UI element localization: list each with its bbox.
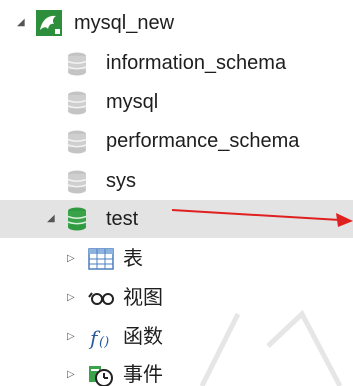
tree-node-label: 事件 [123,364,163,386]
tree-node-label: 表 [123,248,143,270]
connection-node[interactable]: ◢ mysql_new [0,4,353,42]
database-node-information-schema[interactable]: information_schema [0,44,353,82]
annotation-arrow [171,209,353,227]
database-label: information_schema [106,52,287,74]
database-node-performance-schema[interactable]: performance_schema [0,122,353,160]
connection-label: mysql_new [74,12,175,34]
event-icon [88,364,114,386]
database-icon [66,170,88,194]
database-label: performance_schema [106,130,300,152]
expanded-triangle-icon[interactable]: ◢ [47,214,57,224]
database-icon [66,52,88,76]
navigation-tree: ◢ mysql_new information_schema mysql per… [0,0,353,386]
expanded-triangle-icon[interactable]: ◢ [17,18,27,28]
database-icon [66,130,88,154]
watermark-strokes [199,309,343,386]
database-open-icon [66,207,88,231]
tree-node-label: 视图 [123,287,163,309]
database-node-sys[interactable]: sys [0,162,353,200]
table-icon [88,248,114,270]
database-icon [66,91,88,115]
collapsed-triangle-icon[interactable]: ▷ [67,293,77,303]
database-label: mysql [106,91,159,113]
mysql-dolphin-icon [36,10,62,36]
collapsed-triangle-icon[interactable]: ▷ [67,370,77,380]
collapsed-triangle-icon[interactable]: ▷ [67,332,77,342]
database-label: test [106,208,139,230]
database-node-mysql[interactable]: mysql [0,83,353,121]
view-icon [88,290,116,306]
database-label: sys [106,170,136,192]
tree-node-tables[interactable]: ▷ 表 [0,240,353,278]
collapsed-triangle-icon[interactable]: ▷ [67,254,77,264]
function-icon: f () [88,325,118,351]
svg-text:(): () [99,335,109,350]
tree-node-label: 函数 [123,326,163,348]
